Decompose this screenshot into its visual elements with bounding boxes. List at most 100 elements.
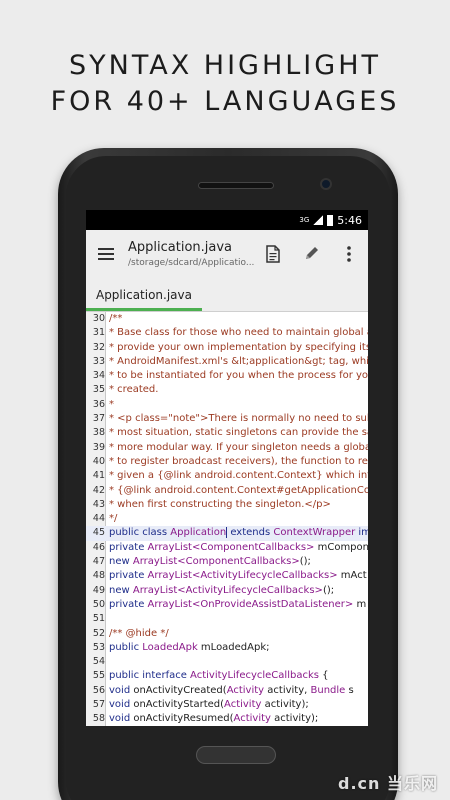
- code-text: /**: [109, 312, 122, 326]
- line-number: 45: [92, 527, 105, 539]
- more-vert-icon: [347, 245, 351, 262]
- file-title: Application.java: [128, 239, 233, 255]
- code-token: extends: [227, 527, 274, 539]
- code-token: ActivityLifecycleCallbacks: [190, 670, 319, 682]
- code-token: onActivityResumed(: [133, 713, 234, 725]
- code-line: 41 * given a {@link android.content.Cont…: [86, 469, 368, 483]
- code-text: * to register broadcast receivers), the …: [109, 455, 368, 469]
- code-token: public interface: [109, 670, 191, 682]
- code-text: private ArrayList<OnProvideAssistDataLis…: [109, 598, 366, 612]
- home-button[interactable]: [196, 746, 276, 764]
- code-line: 42 * {@link android.content.Context#getA…: [86, 484, 368, 498]
- line-number: 50: [92, 598, 105, 610]
- code-token: Activity: [226, 684, 265, 696]
- file-tabs: Application.java: [86, 277, 368, 312]
- code-line: 45 public class Application extends Conte…: [86, 526, 368, 541]
- document-button[interactable]: [254, 230, 292, 277]
- code-text: * more modular way. If your singleton ne…: [109, 441, 368, 455]
- line-number: 39: [92, 441, 105, 453]
- code-line: 43 * when first constructing the singlet…: [86, 498, 368, 512]
- code-token: * to register broadcast receivers), the …: [109, 455, 368, 467]
- code-line: 55 public interface ActivityLifecycleCal…: [86, 669, 368, 683]
- line-number: 57: [92, 699, 105, 711]
- code-token: Activity: [224, 699, 262, 711]
- code-token: *: [109, 398, 114, 410]
- code-text: * given a {@link android.content.Context…: [109, 469, 368, 483]
- code-token: * provide your own implementation by spe…: [109, 341, 368, 353]
- code-editor[interactable]: 30 /** 31 * Base class for those who need …: [86, 312, 368, 726]
- code-token: ArrayList<OnProvideAssistDataListener>: [147, 598, 354, 610]
- code-token: private: [109, 541, 148, 553]
- code-token: ArrayList<ComponentCallbacks>: [132, 556, 300, 568]
- code-token: * more modular way. If your singleton ne…: [109, 441, 368, 453]
- code-token: activity,: [264, 684, 311, 696]
- hamburger-icon: [98, 247, 114, 260]
- code-token: void: [109, 713, 134, 725]
- code-token: ();: [322, 584, 335, 596]
- code-token: private: [109, 570, 148, 582]
- speaker-grille: [198, 182, 274, 189]
- code-token: s: [345, 684, 354, 696]
- code-line: 53 public LoadedApk mLoadedApk;: [86, 641, 368, 655]
- code-token: new: [109, 584, 133, 596]
- code-token: m: [353, 598, 367, 610]
- code-line: 31 * Base class for those who need to ma…: [86, 326, 368, 340]
- code-token: * to be instantiated for you when the pr…: [109, 370, 368, 382]
- menu-button[interactable]: [86, 230, 126, 277]
- edit-button[interactable]: [292, 230, 330, 277]
- code-line: 44 */: [86, 512, 368, 526]
- code-token: ArrayList<ComponentCallbacks>: [147, 541, 315, 553]
- code-text: * to be instantiated for you when the pr…: [109, 369, 368, 383]
- code-line: 39 * more modular way. If your singleton…: [86, 441, 368, 455]
- line-number: 32: [92, 341, 105, 353]
- tab-application-java[interactable]: Application.java: [86, 277, 202, 312]
- code-text: private ArrayList<ActivityLifecycleCallb…: [109, 569, 367, 583]
- code-token: */: [109, 513, 118, 525]
- code-token: activity);: [261, 699, 309, 711]
- code-text: void onActivityResumed(Activity activity…: [109, 712, 318, 726]
- code-token: imp: [358, 527, 368, 539]
- battery-icon: [327, 214, 334, 226]
- code-text: private ArrayList<ComponentCallbacks> mC…: [109, 541, 368, 555]
- code-line: 49 new ArrayList<ActivityLifecycleCallba…: [86, 584, 368, 598]
- app-toolbar: Application.java /storage/sdcard/Applica…: [86, 230, 368, 277]
- code-token: /**: [109, 313, 123, 324]
- code-text: public LoadedApk mLoadedApk;: [109, 641, 270, 655]
- code-token: Application: [170, 527, 227, 539]
- code-line: 40 * to register broadcast receivers), t…: [86, 455, 368, 469]
- code-token: LoadedApk: [142, 641, 198, 653]
- code-token: * Base class for those who need to maint…: [109, 327, 368, 339]
- code-token: ();: [299, 556, 311, 568]
- status-bar: 3G 5:46: [86, 210, 368, 230]
- line-number: 36: [92, 398, 105, 410]
- line-number: 53: [92, 641, 105, 653]
- code-line: 33 * AndroidManifest.xml's &lt;applicati…: [86, 355, 368, 369]
- code-token: void: [109, 699, 134, 711]
- code-text: void onActivityStarted(Activity activity…: [109, 698, 309, 712]
- code-token: Activity: [233, 713, 271, 725]
- code-token: /** @hide */: [109, 627, 169, 639]
- code-line: 54: [86, 655, 368, 669]
- code-line: 48 private ArrayList<ActivityLifecycleCa…: [86, 569, 368, 583]
- watermark-logo: d.cn 当乐网: [338, 774, 438, 793]
- code-line: 56 void onActivityCreated(Activity activ…: [86, 684, 368, 698]
- code-token: void: [109, 684, 134, 696]
- headline-line-2: FOR 40+ LANGUAGES: [50, 86, 400, 117]
- code-token: * created.: [109, 384, 159, 396]
- line-number: 31: [92, 327, 105, 339]
- code-line: 30 /**: [86, 312, 368, 326]
- code-token: onActivityStarted(: [133, 699, 225, 711]
- line-number: 30: [92, 313, 105, 324]
- line-number: 43: [92, 498, 105, 510]
- line-number: 44: [92, 513, 105, 525]
- line-number: 54: [92, 656, 105, 668]
- code-token: * {@link android.content.Context#getAppl…: [109, 484, 368, 496]
- code-text: *: [109, 398, 114, 412]
- overflow-menu-button[interactable]: [330, 230, 368, 277]
- headline-line-1: SYNTAX HIGHLIGHT: [69, 50, 381, 81]
- code-line: 34 * to be instantiated for you when the…: [86, 369, 368, 383]
- code-token: public: [109, 641, 143, 653]
- code-text: * provide your own implementation by spe…: [109, 341, 368, 355]
- code-line: 37 * <p class="note">There is normally n…: [86, 412, 368, 426]
- line-number: 35: [92, 384, 105, 396]
